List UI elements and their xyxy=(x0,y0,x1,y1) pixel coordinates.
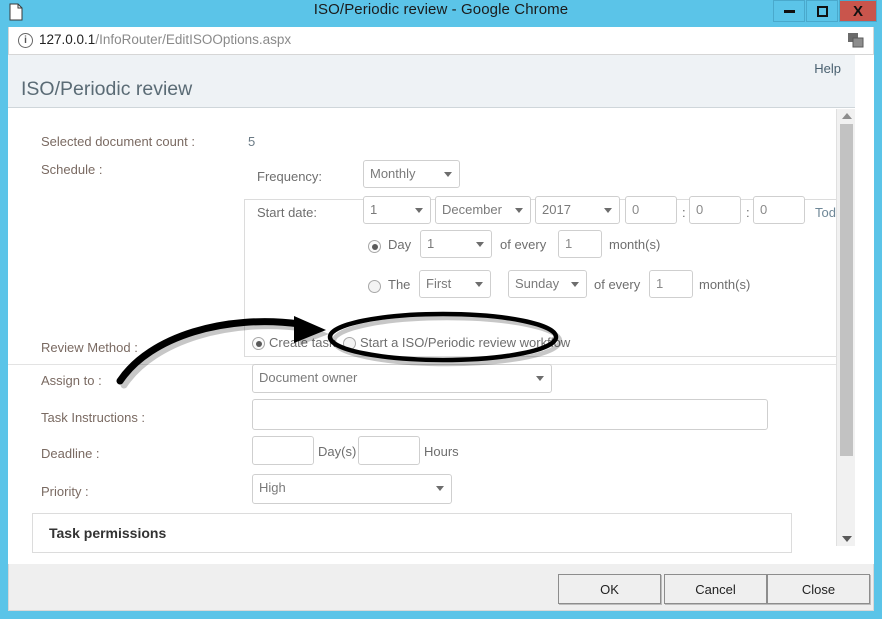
chevron-down-icon xyxy=(475,282,483,287)
chevron-down-icon xyxy=(515,208,523,213)
info-circle-icon[interactable]: i xyxy=(18,33,33,48)
deadline-days-input[interactable] xyxy=(252,436,314,465)
schedule-label: Schedule : xyxy=(41,162,103,177)
chevron-down-icon xyxy=(604,208,612,213)
start-date-label: Start date: xyxy=(257,205,317,220)
chrome-window: ISO/Periodic review - Google Chrome X i … xyxy=(0,0,882,619)
page-translate-icon[interactable] xyxy=(848,33,864,48)
chevron-down-icon xyxy=(841,536,852,542)
chevron-down-icon xyxy=(415,208,423,213)
ok-button[interactable]: OK xyxy=(558,574,661,604)
chevron-down-icon xyxy=(476,242,484,247)
chevron-down-icon xyxy=(436,486,444,491)
the-of-every-label: of every xyxy=(594,277,641,292)
review-method-radio-create-task[interactable] xyxy=(252,337,265,350)
the-radio[interactable] xyxy=(368,280,381,293)
chevron-down-icon xyxy=(536,376,544,381)
deadline-label: Deadline : xyxy=(41,446,100,461)
title-bar: ISO/Periodic review - Google Chrome X xyxy=(0,0,882,24)
assign-to-value: Document owner xyxy=(259,370,358,385)
start-hour-value: 0 xyxy=(632,202,640,217)
day-interval-input[interactable]: 1 xyxy=(558,230,602,258)
chevron-down-icon xyxy=(571,282,579,287)
time-colon-2: : xyxy=(746,205,750,220)
close-button[interactable]: X xyxy=(839,0,877,22)
review-method-option-start-workflow: Start a ISO/Periodic review workflow xyxy=(360,335,571,350)
assign-to-label: Assign to : xyxy=(41,373,102,388)
day-of-every-label: of every xyxy=(500,237,547,252)
url-path: /InfoRouter/EditISOOptions.aspx xyxy=(95,32,292,47)
address-bar[interactable]: i 127.0.0.1/InfoRouter/EditISOOptions.as… xyxy=(8,27,874,55)
help-link[interactable]: Help xyxy=(814,61,841,76)
review-method-label: Review Method : xyxy=(41,340,138,355)
dialog-footer: OK Cancel Close xyxy=(8,564,874,611)
deadline-hours-input[interactable] xyxy=(358,436,420,465)
task-instructions-input[interactable] xyxy=(252,399,768,430)
deadline-hours-unit: Hours xyxy=(424,444,459,459)
start-day-select[interactable]: 1 xyxy=(363,196,431,224)
start-second-input[interactable]: 0 xyxy=(753,196,805,224)
start-year-value: 2017 xyxy=(542,202,571,217)
doc-count-label: Selected document count : xyxy=(41,134,195,149)
start-hour-input[interactable]: 0 xyxy=(625,196,677,224)
minimize-button[interactable] xyxy=(773,0,805,22)
start-month-value: December xyxy=(442,202,502,217)
task-permissions-section: Task permissions xyxy=(32,513,792,553)
day-radio-label: Day xyxy=(388,237,412,252)
task-instructions-label: Task Instructions : xyxy=(41,410,146,425)
start-year-select[interactable]: 2017 xyxy=(535,196,620,224)
the-interval-value: 1 xyxy=(656,276,664,291)
start-month-select[interactable]: December xyxy=(435,196,531,224)
close-dialog-button[interactable]: Close xyxy=(767,574,870,604)
url-text[interactable]: 127.0.0.1/InfoRouter/EditISOOptions.aspx xyxy=(39,32,291,47)
frequency-value: Monthly xyxy=(370,166,416,181)
chevron-up-icon xyxy=(841,113,852,119)
assign-to-select[interactable]: Document owner xyxy=(252,364,552,393)
start-minute-input[interactable]: 0 xyxy=(689,196,741,224)
ordinal-select[interactable]: First xyxy=(419,270,491,298)
review-method-option-create-task: Create task xyxy=(269,335,336,350)
priority-select[interactable]: High xyxy=(252,474,452,504)
close-icon: X xyxy=(852,2,863,20)
day-interval-value: 1 xyxy=(565,236,573,251)
day-of-month-value: 1 xyxy=(427,236,435,251)
time-colon-1: : xyxy=(682,205,686,220)
the-months-label: month(s) xyxy=(699,277,751,292)
day-radio[interactable] xyxy=(368,240,381,253)
url-host: 127.0.0.1 xyxy=(39,32,96,47)
scroll-up-button[interactable] xyxy=(837,109,856,123)
vertical-scrollbar[interactable] xyxy=(836,109,855,546)
review-method-radio-start-workflow[interactable] xyxy=(343,337,356,350)
start-day-value: 1 xyxy=(370,202,378,217)
page-header: Help ISO/Periodic review xyxy=(8,55,855,108)
start-minute-value: 0 xyxy=(696,202,704,217)
priority-label: Priority : xyxy=(41,484,89,499)
cancel-button[interactable]: Cancel xyxy=(664,574,767,604)
page-title: ISO/Periodic review xyxy=(21,78,193,100)
frequency-select[interactable]: Monthly xyxy=(363,160,460,188)
window-title: ISO/Periodic review - Google Chrome xyxy=(313,1,569,18)
the-interval-input[interactable]: 1 xyxy=(649,270,693,298)
day-months-label: month(s) xyxy=(609,237,661,252)
page-viewport: Help ISO/Periodic review Selected docume… xyxy=(8,55,874,600)
chevron-down-icon xyxy=(444,172,452,177)
vertical-scroll-thumb[interactable] xyxy=(840,124,853,456)
task-permissions-title: Task permissions xyxy=(49,525,167,541)
ordinal-value: First xyxy=(426,276,452,291)
maximize-icon xyxy=(816,5,828,17)
minimize-icon xyxy=(783,9,795,13)
start-second-value: 0 xyxy=(760,202,768,217)
deadline-days-unit: Day(s) xyxy=(318,444,357,459)
the-radio-label: The xyxy=(388,277,411,292)
doc-count-value: 5 xyxy=(248,134,256,149)
priority-value: High xyxy=(259,480,286,495)
weekday-value: Sunday xyxy=(515,276,560,291)
maximize-button[interactable] xyxy=(806,0,838,22)
form-content: Selected document count : 5 Schedule : F… xyxy=(8,109,855,553)
day-of-month-select[interactable]: 1 xyxy=(420,230,492,258)
scroll-down-button[interactable] xyxy=(837,532,856,546)
frequency-label: Frequency: xyxy=(257,169,323,184)
weekday-select[interactable]: Sunday xyxy=(508,270,587,298)
